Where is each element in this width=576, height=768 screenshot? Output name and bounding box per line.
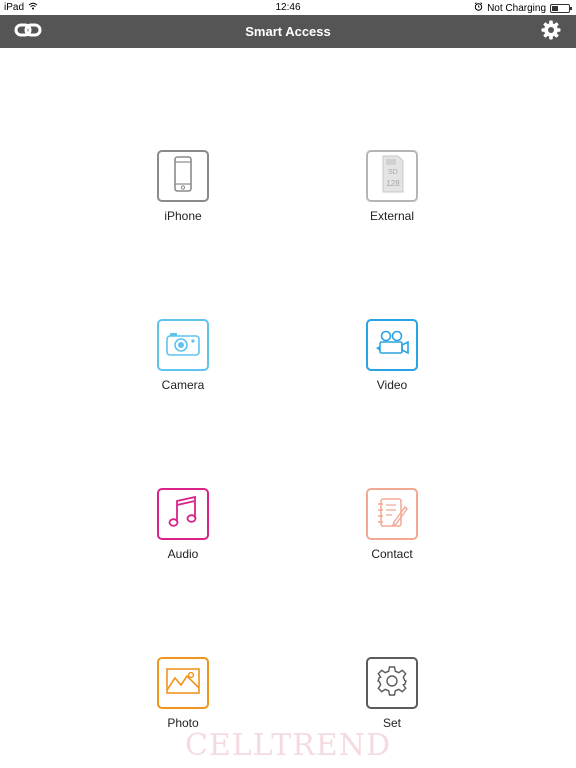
video-icon xyxy=(374,328,410,363)
tile-camera-box xyxy=(157,319,209,371)
tile-iphone-box xyxy=(157,150,209,202)
music-icon xyxy=(167,495,199,534)
tile-camera[interactable]: Camera xyxy=(123,319,243,409)
tile-iphone-label: iPhone xyxy=(164,209,202,223)
camera-icon xyxy=(165,329,201,362)
sd-card-size-text: 128 xyxy=(386,179,400,188)
settings-icon xyxy=(376,665,408,702)
watermark: CELLTREND xyxy=(184,728,392,763)
tile-contact[interactable]: Contact xyxy=(332,488,452,578)
app-grid: iPhone SD 128 External Camera Video Audi… xyxy=(0,48,576,768)
tile-camera-label: Camera xyxy=(161,378,205,392)
tile-audio[interactable]: Audio xyxy=(123,488,243,578)
tile-external-box: SD 128 xyxy=(366,150,418,202)
contact-icon xyxy=(375,495,409,534)
tile-external-label: External xyxy=(369,209,415,223)
tile-contact-box xyxy=(366,488,418,540)
tile-video-box xyxy=(366,319,418,371)
status-bar: iPad 12:46 Not Charging xyxy=(0,0,576,15)
tile-audio-label: Audio xyxy=(167,547,199,561)
tile-photo-box xyxy=(157,657,209,709)
charging-status: Not Charging xyxy=(487,2,546,14)
gear-icon xyxy=(541,20,561,45)
alarm-icon xyxy=(474,2,483,14)
phone-icon xyxy=(170,155,196,198)
tile-iphone[interactable]: iPhone xyxy=(123,150,243,240)
battery-icon xyxy=(550,3,572,13)
nav-bar: Smart Access xyxy=(0,15,576,48)
tile-video-label: Video xyxy=(376,378,408,392)
sd-card-icon: SD 128 xyxy=(377,154,407,199)
tile-contact-label: Contact xyxy=(371,547,413,561)
battery-level xyxy=(552,5,558,11)
tile-set-box xyxy=(366,657,418,709)
tile-audio-box xyxy=(157,488,209,540)
tile-video[interactable]: Video xyxy=(332,319,452,409)
tile-external[interactable]: SD 128 External xyxy=(332,150,452,240)
sd-card-top-text: SD xyxy=(388,169,398,176)
status-right: Not Charging xyxy=(474,2,572,14)
nav-title: Smart Access xyxy=(245,24,331,39)
settings-button[interactable] xyxy=(536,20,566,44)
photo-icon xyxy=(165,666,201,701)
